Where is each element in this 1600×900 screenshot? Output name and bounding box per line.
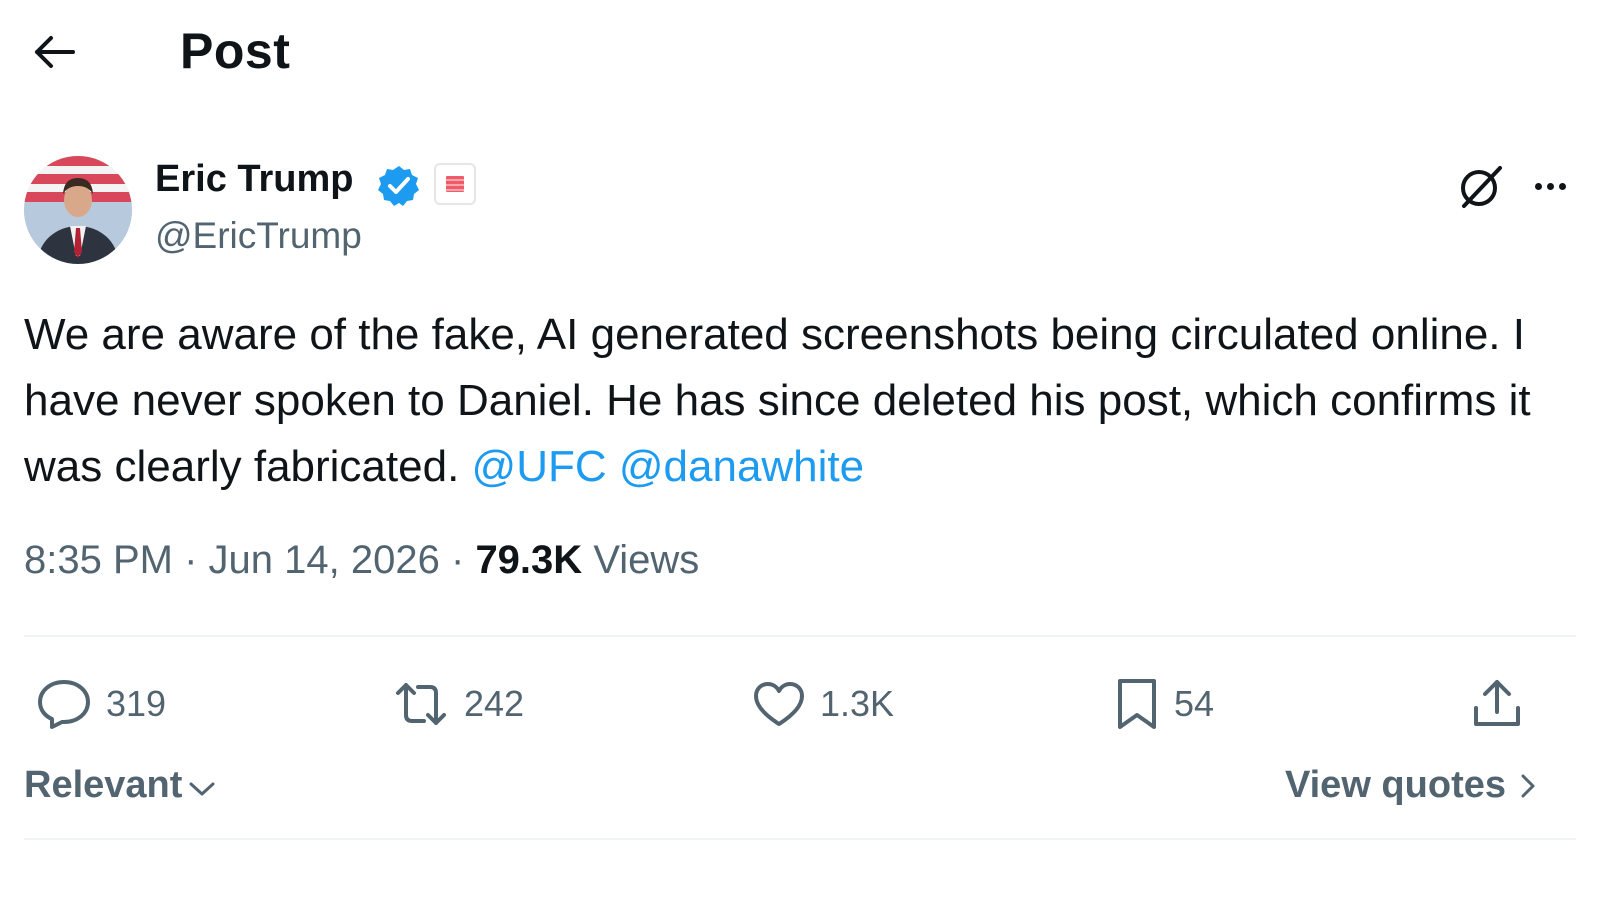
mention-ufc[interactable]: @UFC (472, 442, 607, 491)
post-meta: 8:35 PM · Jun 14, 2026 · 79.3K Views (24, 538, 699, 583)
page-title: Post (180, 23, 291, 79)
post-text: We are aware of the fake, AI generated s… (24, 302, 1544, 500)
bookmark-icon (1118, 679, 1156, 729)
mention-danawhite[interactable]: @danawhite (619, 442, 864, 491)
chevron-right-icon (1521, 774, 1535, 797)
view-quotes-link[interactable]: View quotes (1285, 764, 1540, 807)
reply-icon (38, 680, 90, 729)
reply-count: 319 (106, 683, 167, 724)
chevron-down-icon (189, 782, 215, 795)
back-button[interactable] (28, 28, 78, 76)
sort-dropdown[interactable]: Relevant (24, 764, 218, 807)
us-flag-icon[interactable] (434, 163, 476, 205)
share-icon (1474, 680, 1520, 726)
header: Post (0, 0, 1600, 110)
post-date[interactable]: Jun 14, 2026 (209, 538, 440, 582)
verified-badge-icon (378, 166, 419, 206)
meta-separator: · (184, 538, 198, 582)
repost-count: 242 (464, 683, 525, 724)
repost-icon (396, 683, 446, 725)
more-options-icon[interactable] (1528, 166, 1572, 206)
bookmark-button[interactable]: 54 (1114, 672, 1214, 736)
share-button[interactable] (1470, 672, 1524, 736)
avatar-image (24, 156, 132, 264)
divider (24, 635, 1576, 637)
grok-icon[interactable] (1456, 162, 1506, 212)
views-label: Views (593, 538, 700, 582)
view-quotes-label: View quotes (1284, 764, 1506, 806)
like-button[interactable]: 1.3K (752, 672, 894, 736)
avatar[interactable] (24, 156, 132, 264)
divider (24, 838, 1576, 840)
arrow-left-icon (35, 36, 75, 68)
repost-button[interactable]: 242 (392, 672, 524, 736)
author-handle[interactable]: @EricTrump (155, 215, 362, 257)
reply-button[interactable]: 319 (36, 672, 166, 736)
meta-separator: · (450, 538, 465, 582)
post-time[interactable]: 8:35 PM (24, 538, 173, 582)
author-name[interactable]: Eric Trump (155, 158, 354, 201)
bookmark-count: 54 (1174, 683, 1215, 724)
post-page: Post Eric Trump @EricTrump We are aware … (0, 0, 1600, 900)
sort-label: Relevant (24, 764, 183, 806)
heart-icon (754, 682, 804, 726)
views-count: 79.3K (475, 538, 583, 582)
like-count: 1.3K (820, 683, 895, 724)
